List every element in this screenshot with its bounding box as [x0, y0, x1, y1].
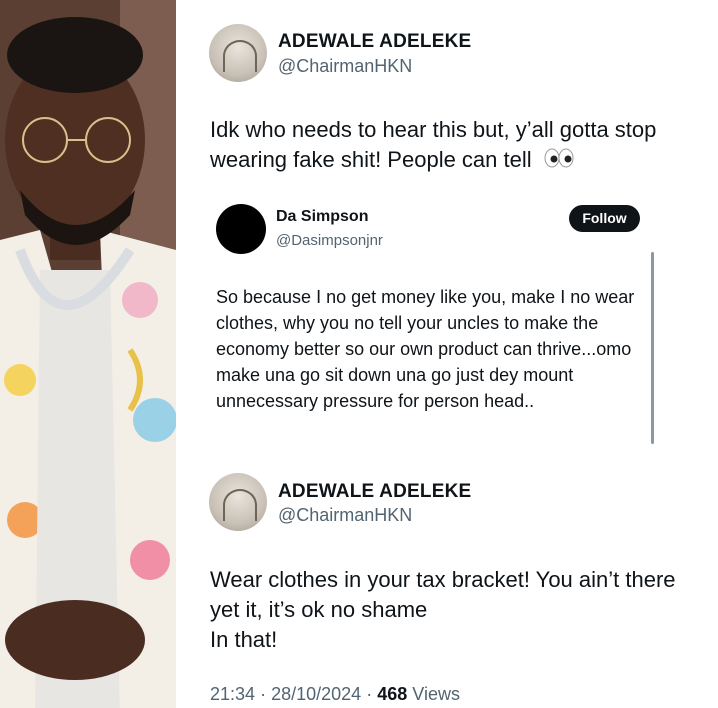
- author-handle[interactable]: @ChairmanHKN: [278, 56, 412, 77]
- author-avatar[interactable]: [209, 24, 267, 82]
- author-handle-2[interactable]: @ChairmanHKN: [278, 505, 412, 526]
- tweet-text: Idk who needs to hear this but, y’all go…: [210, 115, 690, 176]
- views-count: 468: [377, 684, 408, 704]
- tweet-body-line1: Wear clothes in your tax bracket! You ai…: [210, 567, 676, 622]
- reply-text: So because I no get money like you, make…: [216, 287, 635, 411]
- views-label: Views: [412, 684, 460, 704]
- person-photo-illustration: [0, 0, 176, 708]
- tweet-text-2: Wear clothes in your tax bracket! You ai…: [210, 565, 700, 655]
- meta-separator: ·: [260, 684, 267, 704]
- tweet-body: Idk who needs to hear this but, y’all go…: [210, 117, 657, 172]
- tweet-column: ADEWALE ADELEKE @ChairmanHKN Idk who nee…: [176, 0, 718, 708]
- reply-author-handle[interactable]: @Dasimpsonjnr: [276, 232, 383, 249]
- reply-avatar[interactable]: [216, 204, 266, 254]
- reply-author-name[interactable]: Da Simpson: [276, 208, 368, 226]
- person-photo: [0, 0, 176, 708]
- tweet-body-line2: In that!: [210, 627, 278, 652]
- tweet-time[interactable]: 21:34: [210, 684, 255, 704]
- follow-button[interactable]: Follow: [569, 205, 640, 232]
- scrollbar[interactable]: [651, 252, 654, 444]
- author-avatar-2[interactable]: [209, 473, 267, 531]
- tweet-date[interactable]: 28/10/2024: [271, 684, 361, 704]
- meta-separator-2: ·: [366, 684, 373, 704]
- tweet-meta: 21:34 · 28/10/2024 · 468 Views: [210, 684, 460, 705]
- eyes-emoji-icon: [544, 146, 574, 176]
- author-name[interactable]: ADEWALE ADELEKE: [278, 31, 471, 53]
- author-name-2[interactable]: ADEWALE ADELEKE: [278, 481, 471, 503]
